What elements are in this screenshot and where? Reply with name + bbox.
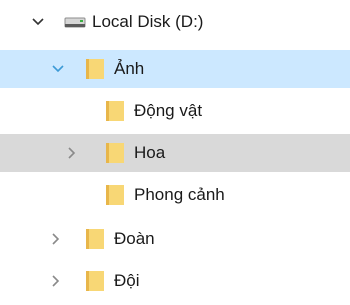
- tree-item-label: Phong cảnh: [134, 185, 225, 204]
- folder-icon: [104, 176, 126, 214]
- tree-item-label: Đội: [114, 271, 140, 290]
- tree-item-label: Đoàn: [114, 229, 155, 248]
- folder-icon: [84, 262, 106, 300]
- chevron-right-icon[interactable]: [64, 134, 80, 172]
- tree-item-doi[interactable]: Đội: [0, 262, 350, 300]
- tree-item-local-disk[interactable]: Local Disk (D:): [0, 3, 350, 41]
- tree-item-label: Ảnh: [114, 59, 145, 78]
- tree-item-dong-vat[interactable]: Động vật: [0, 92, 350, 130]
- folder-icon: [84, 220, 106, 258]
- folder-icon: [104, 134, 126, 172]
- folder-icon: [84, 50, 106, 88]
- tree-item-doan[interactable]: Đoàn: [0, 220, 350, 258]
- chevron-right-icon[interactable]: [48, 220, 64, 258]
- tree-item-phong-canh[interactable]: Phong cảnh: [0, 176, 350, 214]
- tree-item-anh[interactable]: Ảnh: [0, 50, 350, 88]
- drive-icon: [64, 3, 86, 41]
- tree-item-label: Động vật: [134, 101, 203, 120]
- chevron-down-icon[interactable]: [30, 3, 46, 41]
- chevron-down-icon[interactable]: [50, 50, 66, 88]
- folder-icon: [104, 92, 126, 130]
- tree-item-label: Hoa: [134, 143, 166, 162]
- tree-item-hoa[interactable]: Hoa: [0, 134, 350, 172]
- folder-tree: Local Disk (D:) Ảnh Động vật Hoa Phong c…: [0, 0, 350, 305]
- chevron-right-icon[interactable]: [48, 262, 64, 300]
- tree-item-label: Local Disk (D:): [92, 12, 204, 31]
